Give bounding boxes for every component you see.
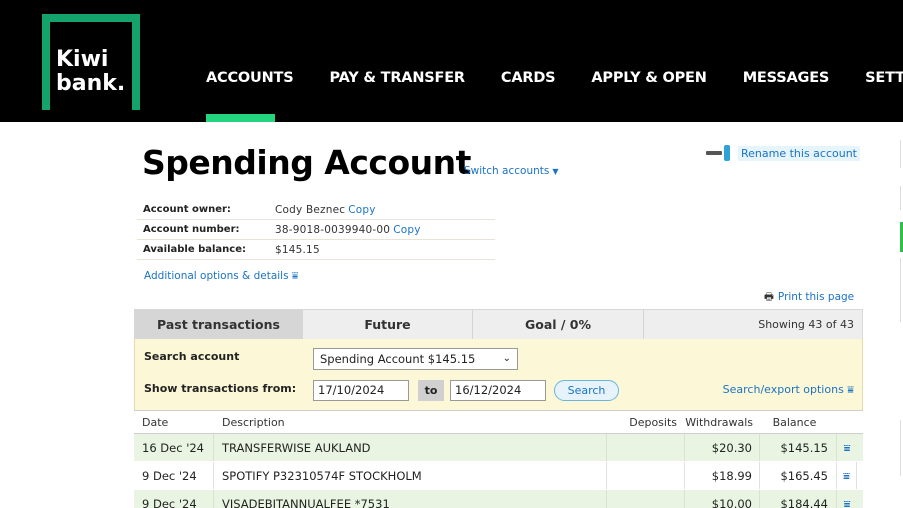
balance-row: Available balance: $145.15: [137, 240, 495, 260]
page-title: Spending Account: [142, 143, 471, 182]
column-date[interactable]: Date: [134, 411, 214, 433]
owner-label: Account owner:: [143, 204, 231, 215]
additional-options-link[interactable]: Additional options & details ⩸: [144, 270, 298, 283]
table-row[interactable]: 9 Dec '24 SPOTIFY P32310574F STOCKHOLM $…: [134, 462, 863, 490]
search-button[interactable]: Search: [554, 380, 619, 401]
table-row[interactable]: 16 Dec '24 TRANSFERWISE AUKLAND $20.30 $…: [134, 434, 863, 462]
rename-account-link[interactable]: Rename this account: [706, 145, 860, 161]
row-balance: $165.45: [760, 462, 837, 489]
logo-line-2: bank.: [56, 71, 126, 96]
row-withdrawal: $20.30: [685, 434, 760, 461]
table-header: Date Description Deposits Withdrawals Ba…: [134, 410, 863, 434]
search-account-label: Search account: [144, 350, 240, 363]
printer-icon: 🖶: [764, 291, 774, 303]
account-details: Account owner: Cody Beznec Copy Account n…: [137, 200, 495, 260]
copy-owner-button[interactable]: Copy: [348, 204, 375, 216]
number-label: Account number:: [143, 224, 240, 235]
nav-settings[interactable]: SETTINGS: [865, 66, 903, 92]
column-description[interactable]: Description: [214, 411, 607, 433]
paint-roller-icon: [706, 145, 732, 161]
search-export-label: Search/export options: [722, 383, 844, 396]
table-row[interactable]: 9 Dec '24 VISADEBITANNUALFEE *7531 $10.0…: [134, 490, 863, 508]
tab-past-transactions[interactable]: Past transactions: [135, 310, 303, 339]
logo-text: Kiwi bank.: [56, 48, 125, 96]
to-label: to: [418, 380, 444, 401]
account-select[interactable]: Spending Account $145.15 ⌄: [313, 348, 518, 370]
nav-accounts[interactable]: ACCOUNTS: [188, 66, 294, 122]
row-date: 16 Dec '24: [134, 434, 214, 461]
balance-value: $145.15: [275, 243, 320, 256]
additional-options-label: Additional options & details: [144, 270, 289, 282]
row-date: 9 Dec '24: [134, 462, 214, 489]
top-navigation-bar: Kiwi bank. ACCOUNTS PAY & TRANSFER CARDS…: [0, 0, 903, 122]
expand-icon: ⩸: [847, 383, 854, 396]
print-page-link[interactable]: 🖶 Print this page: [764, 289, 854, 307]
nav-messages[interactable]: MESSAGES: [743, 66, 830, 92]
date-from-input[interactable]: 17/10/2024: [313, 380, 409, 401]
copy-number-button[interactable]: Copy: [393, 224, 420, 236]
logo-line-1: Kiwi: [56, 47, 109, 72]
tab-goal[interactable]: Goal / 0%: [473, 310, 644, 339]
search-panel: Search account Spending Account $145.15 …: [134, 339, 863, 410]
row-balance: $145.15: [760, 434, 837, 461]
transaction-tabs: Past transactions Future Goal / 0% Showi…: [134, 309, 863, 339]
expand-row-icon[interactable]: ⩸: [837, 490, 857, 508]
search-export-options-link[interactable]: Search/export options ⩸: [723, 383, 854, 397]
expand-icon: ⩸: [291, 270, 299, 282]
owner-value: Cody Beznec Copy: [275, 204, 376, 216]
switch-accounts-link[interactable]: Switch accounts ▼: [464, 165, 559, 177]
date-to-input[interactable]: 16/12/2024: [450, 380, 546, 401]
account-number: 38-9018-0039940-00: [275, 223, 391, 236]
row-deposit: [607, 462, 685, 489]
column-deposits[interactable]: Deposits: [607, 411, 685, 433]
owner-row: Account owner: Cody Beznec Copy: [137, 200, 495, 220]
expand-row-icon[interactable]: ⩸: [837, 462, 857, 489]
show-from-label: Show transactions from:: [144, 382, 297, 395]
nav-pay-transfer[interactable]: PAY & TRANSFER: [329, 66, 465, 92]
rename-account-label: Rename this account: [738, 145, 860, 161]
row-withdrawal: $18.99: [685, 462, 760, 489]
number-value: 38-9018-0039940-00 Copy: [275, 224, 421, 236]
row-withdrawal: $10.00: [685, 490, 760, 508]
print-label: Print this page: [777, 291, 855, 303]
tab-future[interactable]: Future: [303, 310, 473, 339]
column-balance[interactable]: Balance: [760, 411, 837, 433]
switch-accounts-label: Switch accounts: [464, 165, 550, 177]
expand-row-icon[interactable]: ⩸: [837, 434, 857, 461]
chevron-down-icon: ⌄: [502, 353, 511, 364]
row-description: VISADEBITANNUALFEE *7531: [214, 490, 607, 508]
number-row: Account number: 38-9018-0039940-00 Copy: [137, 220, 495, 240]
nav-apply-open[interactable]: APPLY & OPEN: [591, 66, 706, 92]
row-description: SPOTIFY P32310574F STOCKHOLM: [214, 462, 607, 489]
row-deposit: [607, 490, 685, 508]
row-balance: $184.44: [760, 490, 837, 508]
kiwibank-logo[interactable]: Kiwi bank.: [42, 14, 140, 110]
transactions-table: Date Description Deposits Withdrawals Ba…: [134, 410, 863, 508]
row-description: TRANSFERWISE AUKLAND: [214, 434, 607, 461]
owner-name: Cody Beznec: [275, 203, 346, 216]
balance-label: Available balance:: [143, 244, 247, 255]
column-withdrawals[interactable]: Withdrawals: [685, 411, 760, 433]
main-nav: ACCOUNTS PAY & TRANSFER CARDS APPLY & OP…: [188, 66, 903, 122]
row-date: 9 Dec '24: [134, 490, 214, 508]
showing-count: Showing 43 of 43: [758, 318, 854, 331]
row-deposit: [607, 434, 685, 461]
caret-down-icon: ▼: [552, 167, 559, 176]
account-select-value: Spending Account $145.15: [320, 352, 476, 366]
nav-cards[interactable]: CARDS: [501, 66, 556, 92]
